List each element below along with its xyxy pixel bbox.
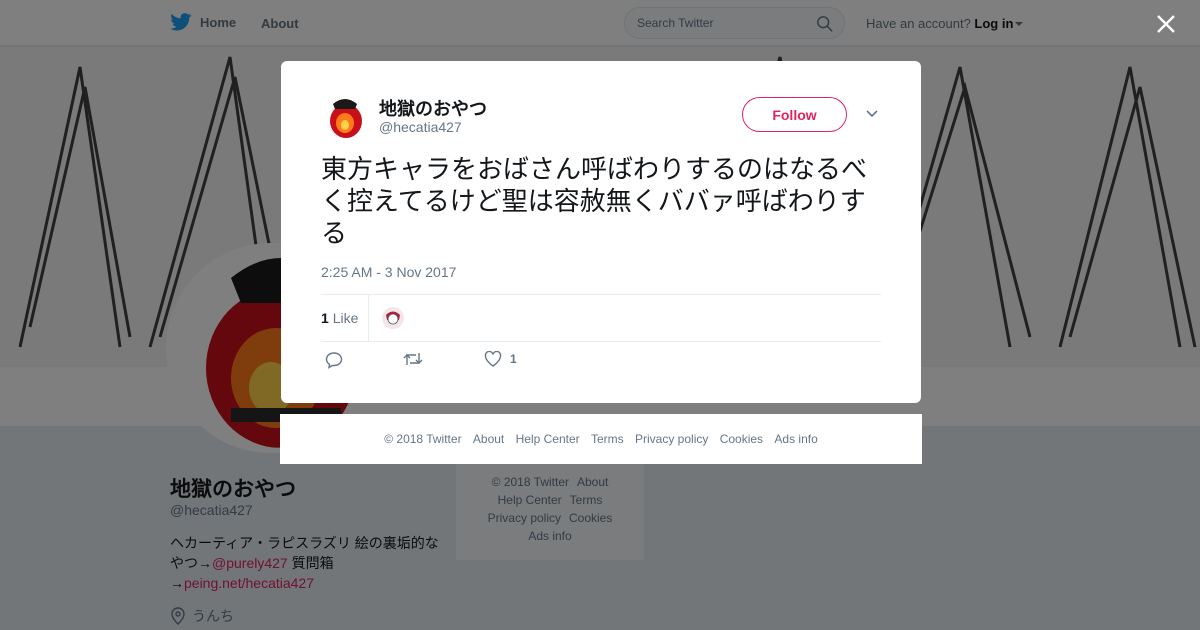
like-button[interactable]: 1 [484, 351, 517, 367]
stats-divider [368, 295, 369, 341]
likes-count[interactable]: 1 Like [321, 310, 358, 326]
heart-icon [484, 351, 502, 367]
likes-number: 1 [321, 310, 329, 326]
author-handle[interactable]: @hecatia427 [379, 119, 462, 135]
tweet-actions: 1 [321, 351, 621, 375]
chevron-down-icon[interactable] [865, 109, 879, 119]
tweet-stats: 1 Like [321, 294, 881, 342]
retweet-button[interactable] [403, 351, 423, 367]
footer-about-link[interactable]: About [473, 432, 504, 446]
likes-label: Like [332, 310, 359, 326]
author-avatar[interactable] [321, 92, 369, 140]
liker-avatar[interactable] [381, 306, 405, 330]
tweet-text: 東方キャラをおばさん呼ばわりするのはなるべく控えてるけど聖は容赦無くババァ呼ばわ… [321, 155, 868, 249]
tweet-timestamp[interactable]: 2:25 AM - 3 Nov 2017 [321, 264, 456, 280]
author-name[interactable]: 地獄のおやつ [379, 95, 487, 121]
close-icon[interactable] [1154, 12, 1178, 36]
author-avatar-art [330, 99, 362, 138]
footer-privacy-link[interactable]: Privacy policy [635, 432, 708, 446]
modal-footer: © 2018 Twitter About Help Center Terms P… [280, 414, 922, 464]
reply-button[interactable] [325, 351, 343, 369]
footer-terms-link[interactable]: Terms [591, 432, 624, 446]
follow-button[interactable]: Follow [742, 97, 847, 132]
retweet-icon [403, 353, 423, 365]
footer-ads-link[interactable]: Ads info [774, 432, 817, 446]
footer-cookies-link[interactable]: Cookies [720, 432, 763, 446]
tweet-modal: 地獄のおやつ @hecatia427 Follow 東方キャラをおばさん呼ばわり… [281, 61, 921, 403]
liker-avatar-art [382, 307, 404, 329]
footer-help-link[interactable]: Help Center [516, 432, 580, 446]
footer-copyright: © 2018 Twitter [384, 432, 462, 446]
like-action-count: 1 [510, 352, 517, 366]
reply-icon [325, 352, 343, 369]
